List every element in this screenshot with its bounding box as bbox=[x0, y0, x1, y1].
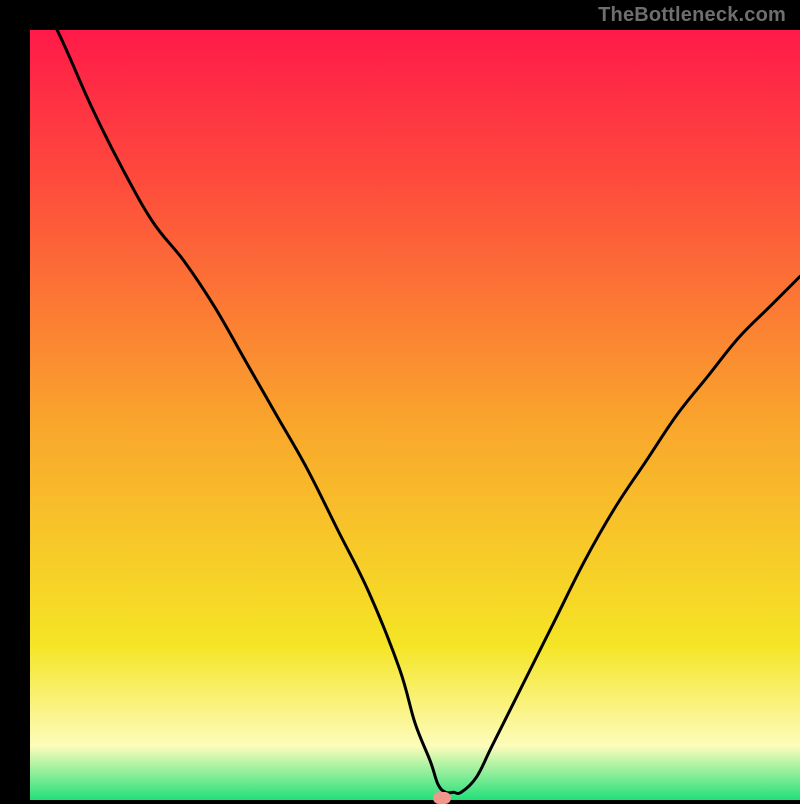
current-point-marker bbox=[433, 792, 451, 804]
bottleneck-chart bbox=[30, 30, 800, 800]
watermark-text: TheBottleneck.com bbox=[598, 4, 786, 27]
gradient-background bbox=[30, 30, 800, 800]
plot-area bbox=[30, 30, 800, 800]
